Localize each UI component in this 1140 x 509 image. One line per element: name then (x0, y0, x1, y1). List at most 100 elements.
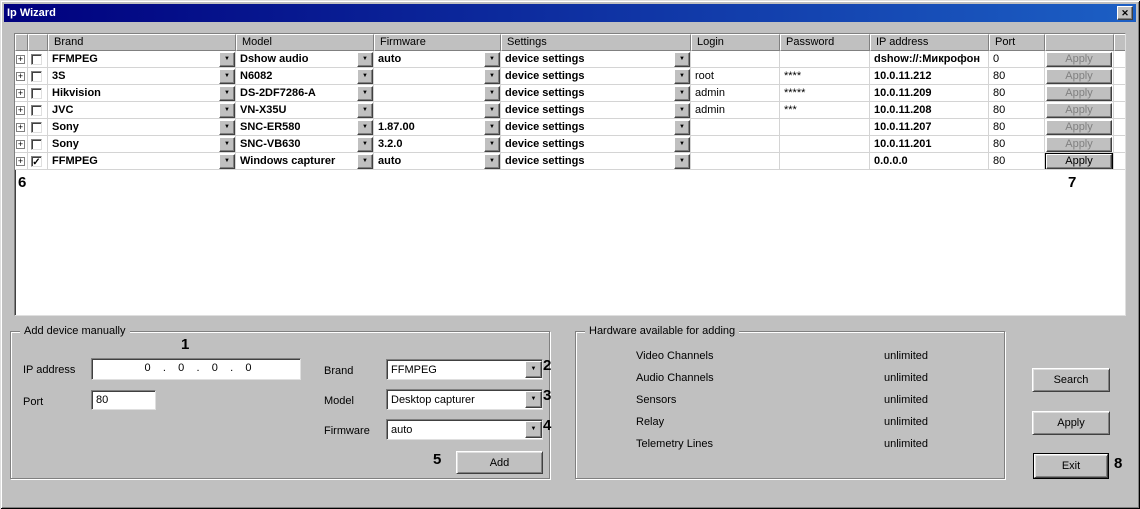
expand-icon[interactable]: + (16, 139, 25, 149)
ip-cell[interactable]: 10.0.11.209 (874, 87, 988, 99)
chevron-down-icon[interactable]: ▼ (219, 102, 235, 118)
model-cell[interactable]: VN-X35U (240, 104, 357, 116)
ip-cell[interactable]: 10.0.11.208 (874, 104, 988, 116)
row-checkbox[interactable] (31, 53, 42, 65)
model-cell[interactable]: SNC-ER580 (240, 121, 357, 133)
ip-cell[interactable]: 10.0.11.207 (874, 121, 988, 133)
model-cell[interactable]: SNC-VB630 (240, 138, 357, 150)
chevron-down-icon[interactable]: ▼ (674, 119, 690, 135)
apply-button[interactable]: Apply (1046, 51, 1112, 67)
row-checkbox[interactable] (31, 121, 42, 133)
header-password[interactable]: Password (780, 34, 870, 51)
chevron-down-icon[interactable]: ▼ (525, 421, 542, 438)
apply-button[interactable]: Apply (1046, 102, 1112, 118)
firmware-cell[interactable]: auto (378, 155, 484, 167)
chevron-down-icon[interactable]: ▼ (484, 102, 500, 118)
settings-cell[interactable]: device settings (505, 104, 674, 116)
close-icon[interactable]: ✕ (1117, 6, 1133, 20)
chevron-down-icon[interactable]: ▼ (357, 119, 373, 135)
apply-button-main[interactable]: Apply (1032, 411, 1110, 435)
chevron-down-icon[interactable]: ▼ (357, 136, 373, 152)
model-cell[interactable]: DS-2DF7286-A (240, 87, 357, 99)
header-login[interactable]: Login (691, 34, 780, 51)
chevron-down-icon[interactable]: ▼ (484, 136, 500, 152)
row-checkbox[interactable] (31, 138, 42, 150)
password-cell[interactable]: ***** (784, 87, 869, 99)
header-firmware[interactable]: Firmware (374, 34, 501, 51)
port-cell[interactable]: 80 (993, 155, 1044, 167)
chevron-down-icon[interactable]: ▼ (219, 85, 235, 101)
password-cell[interactable]: *** (784, 104, 869, 116)
ip-address-input[interactable]: 0 . 0 . 0 . 0 (91, 358, 301, 380)
port-cell[interactable]: 80 (993, 87, 1044, 99)
model-select[interactable]: Desktop capturer ▼ (386, 389, 543, 410)
chevron-down-icon[interactable]: ▼ (357, 102, 373, 118)
chevron-down-icon[interactable]: ▼ (357, 68, 373, 84)
ip-cell[interactable]: dshow://:Микрофон (874, 53, 988, 65)
expand-icon[interactable]: + (16, 156, 25, 166)
expand-icon[interactable]: + (16, 54, 25, 64)
settings-cell[interactable]: device settings (505, 53, 674, 65)
model-cell[interactable]: N6082 (240, 70, 357, 82)
row-checkbox[interactable]: ✓ (31, 155, 42, 168)
brand-cell[interactable]: Sony (52, 138, 219, 150)
row-checkbox[interactable] (31, 70, 42, 82)
apply-button[interactable]: Apply (1046, 119, 1112, 135)
settings-cell[interactable]: device settings (505, 155, 674, 167)
apply-button[interactable]: Apply (1046, 136, 1112, 152)
ip-cell[interactable]: 10.0.11.212 (874, 70, 988, 82)
chevron-down-icon[interactable]: ▼ (357, 51, 373, 67)
header-model[interactable]: Model (236, 34, 374, 51)
header-settings[interactable]: Settings (501, 34, 691, 51)
apply-button[interactable]: Apply (1046, 85, 1112, 101)
chevron-down-icon[interactable]: ▼ (219, 153, 235, 169)
brand-cell[interactable]: JVC (52, 104, 219, 116)
firmware-cell[interactable]: auto (378, 53, 484, 65)
brand-cell[interactable]: 3S (52, 70, 219, 82)
ip-cell[interactable]: 0.0.0.0 (874, 155, 988, 167)
chevron-down-icon[interactable]: ▼ (674, 102, 690, 118)
model-cell[interactable]: Windows capturer (240, 155, 357, 167)
port-cell[interactable]: 0 (993, 53, 1044, 65)
expand-icon[interactable]: + (16, 122, 25, 132)
password-cell[interactable]: **** (784, 70, 869, 82)
chevron-down-icon[interactable]: ▼ (484, 153, 500, 169)
brand-cell[interactable]: Sony (52, 121, 219, 133)
firmware-cell[interactable]: 1.87.00 (378, 121, 484, 133)
search-button[interactable]: Search (1032, 368, 1110, 392)
brand-cell[interactable]: FFMPEG (52, 155, 219, 167)
row-checkbox[interactable] (31, 87, 42, 99)
chevron-down-icon[interactable]: ▼ (674, 85, 690, 101)
expand-icon[interactable]: + (16, 88, 25, 98)
chevron-down-icon[interactable]: ▼ (484, 68, 500, 84)
chevron-down-icon[interactable]: ▼ (674, 153, 690, 169)
port-input[interactable]: 80 (91, 390, 156, 410)
exit-button[interactable]: Exit (1033, 453, 1109, 479)
model-cell[interactable]: Dshow audio (240, 53, 357, 65)
chevron-down-icon[interactable]: ▼ (674, 51, 690, 67)
login-cell[interactable]: root (695, 70, 779, 82)
port-cell[interactable]: 80 (993, 138, 1044, 150)
chevron-down-icon[interactable]: ▼ (484, 85, 500, 101)
row-checkbox[interactable] (31, 104, 42, 116)
title-bar[interactable]: Ip Wizard ✕ (4, 4, 1136, 22)
header-brand[interactable]: Brand (48, 34, 236, 51)
chevron-down-icon[interactable]: ▼ (219, 136, 235, 152)
login-cell[interactable]: admin (695, 104, 779, 116)
chevron-down-icon[interactable]: ▼ (484, 51, 500, 67)
brand-cell[interactable]: Hikvision (52, 87, 219, 99)
chevron-down-icon[interactable]: ▼ (357, 85, 373, 101)
chevron-down-icon[interactable]: ▼ (525, 391, 542, 408)
chevron-down-icon[interactable]: ▼ (219, 119, 235, 135)
chevron-down-icon[interactable]: ▼ (525, 361, 542, 378)
chevron-down-icon[interactable]: ▼ (674, 136, 690, 152)
settings-cell[interactable]: device settings (505, 138, 674, 150)
login-cell[interactable]: admin (695, 87, 779, 99)
header-port[interactable]: Port (989, 34, 1045, 51)
brand-select[interactable]: FFMPEG ▼ (386, 359, 543, 380)
port-cell[interactable]: 80 (993, 121, 1044, 133)
expand-icon[interactable]: + (16, 71, 25, 81)
chevron-down-icon[interactable]: ▼ (219, 68, 235, 84)
firmware-cell[interactable]: 3.2.0 (378, 138, 484, 150)
chevron-down-icon[interactable]: ▼ (674, 68, 690, 84)
